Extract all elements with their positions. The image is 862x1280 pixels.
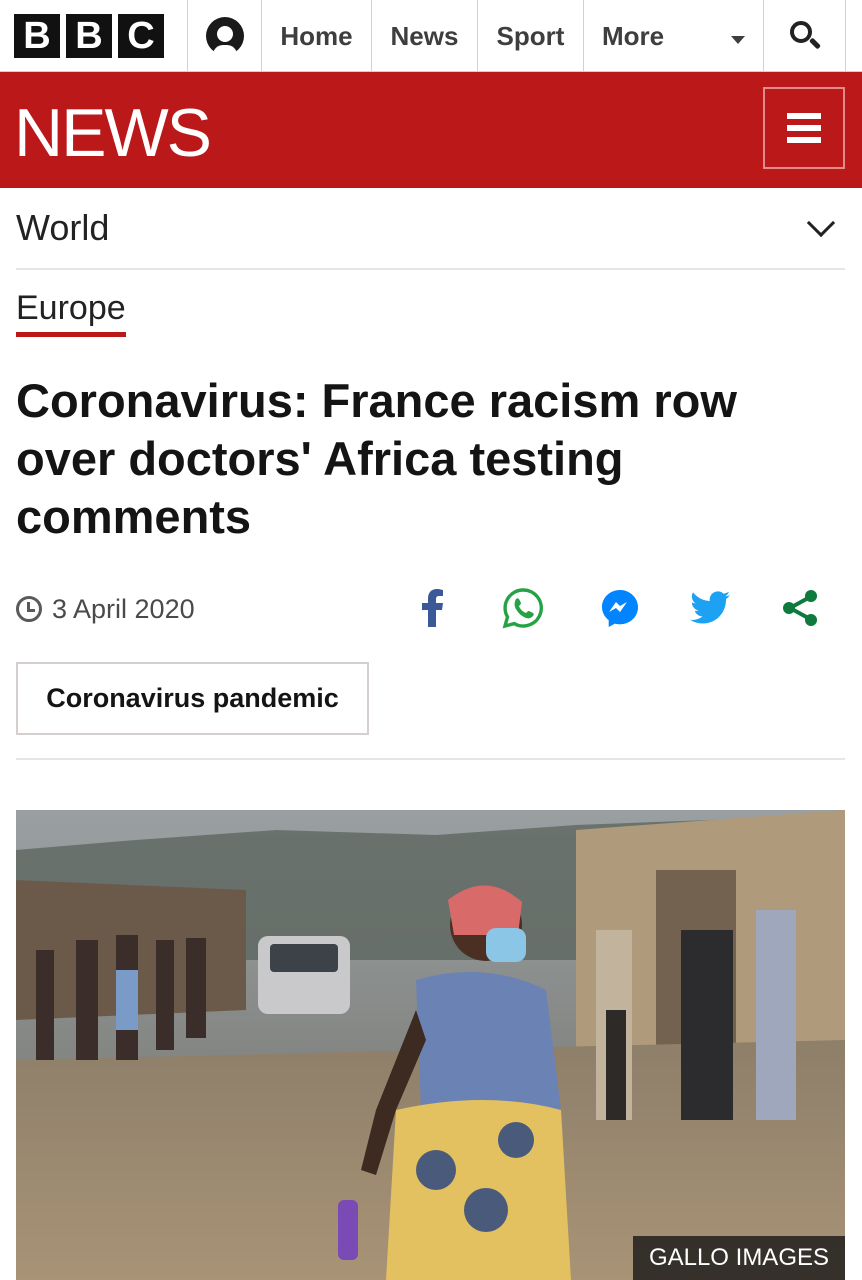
image-credit: GALLO IMAGES [632,1236,845,1280]
bbc-logo-letter: B [14,14,60,58]
twitter-share-button[interactable] [687,585,733,631]
bbc-logo-letter: B [66,14,112,58]
section-title: World [16,207,110,248]
caret-down-icon [731,36,745,44]
news-masthead: NEWS [0,72,862,188]
facebook-share-button[interactable] [410,585,456,631]
account-button[interactable] [188,0,262,72]
top-navigation: B B C Home News Sport More [0,0,862,72]
messenger-icon [602,590,638,627]
bbc-logo-letter: C [118,14,164,58]
nav-link-label: Home [280,20,353,51]
section-dropdown[interactable]: World [16,188,845,270]
bbc-logo[interactable]: B B C [0,0,188,72]
masthead-title[interactable]: NEWS [14,94,212,172]
nav-link-label: More [602,20,665,51]
menu-button[interactable] [763,87,845,169]
search-button[interactable] [764,0,846,72]
whatsapp-share-button[interactable] [500,585,546,631]
nav-more-dropdown[interactable]: More [584,0,764,72]
nav-link-news[interactable]: News [372,0,478,72]
nav-link-label: News [390,20,459,51]
hamburger-icon [787,113,821,119]
search-icon [788,19,822,53]
subsection-link[interactable]: Europe [16,288,126,337]
nav-link-sport[interactable]: Sport [478,0,584,72]
topic-tag-button[interactable]: Coronavirus pandemic [16,662,369,735]
facebook-icon [422,589,443,627]
whatsapp-icon [502,588,543,629]
twitter-icon [690,591,730,624]
nav-link-label: Sport [496,20,565,51]
divider [16,758,845,760]
share-icon [783,590,817,626]
clock-icon [16,596,42,622]
share-button[interactable] [777,585,823,631]
date-text: 3 April 2020 [52,593,195,624]
article-headline: Coronavirus: France racism row over doct… [16,374,737,543]
article-hero-image: GALLO IMAGES [16,810,845,1280]
article-date: 3 April 2020 [16,590,195,628]
messenger-share-button[interactable] [597,585,643,631]
nav-link-home[interactable]: Home [262,0,372,72]
chevron-down-icon [806,208,836,238]
street-scene-image [16,810,845,1280]
account-icon [205,17,244,55]
